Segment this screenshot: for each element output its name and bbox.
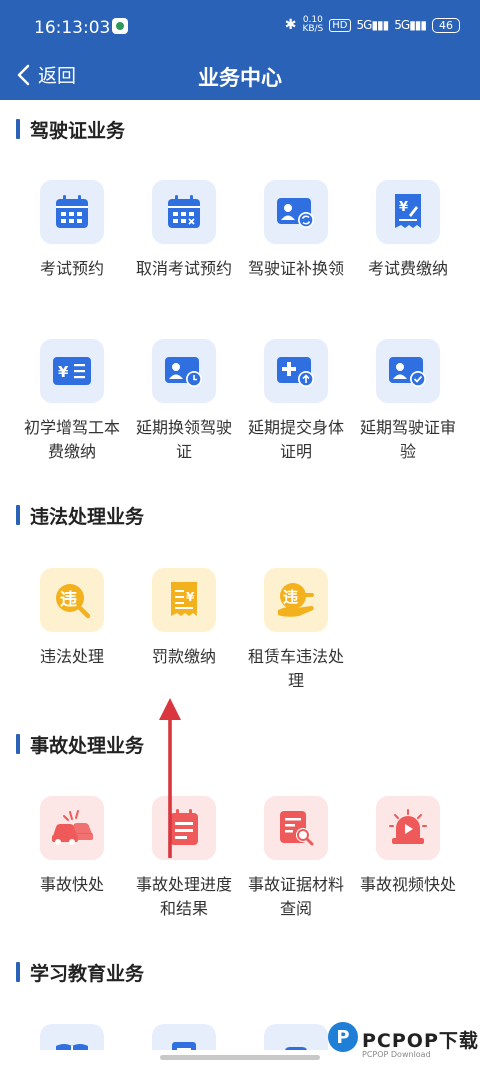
- yen-list-icon: ¥: [40, 339, 104, 403]
- svg-text:¥: ¥: [399, 200, 408, 215]
- svg-text:违: 违: [60, 589, 77, 610]
- document-search-icon: [264, 796, 328, 860]
- network-speed: 0.10 KB/S: [302, 15, 324, 34]
- tile-cancel-exam[interactable]: 取消考试预约: [128, 180, 240, 281]
- tile-license-replace[interactable]: 驾驶证补换领: [240, 180, 352, 281]
- annotation-arrow: [159, 698, 181, 858]
- tile-label: 驾驶证补换领: [248, 259, 345, 278]
- section-accent-bar: [16, 505, 20, 525]
- tile-accident-quick[interactable]: 事故快处: [16, 796, 128, 897]
- tile-label: 考试预约: [39, 259, 104, 278]
- tile-fine-payment[interactable]: ¥ 罚款缴纳: [128, 568, 240, 669]
- id-card-check-icon: [376, 339, 440, 403]
- pcpop-logo-icon: P: [328, 1022, 358, 1052]
- tile-exam-fee[interactable]: ¥ 考试费缴纳: [352, 180, 464, 281]
- tile-accident-evidence[interactable]: 事故证据材料查阅: [240, 796, 352, 921]
- watermark-subtext: PCPOP Download: [362, 1050, 431, 1059]
- document-icon: [152, 1024, 216, 1050]
- section-title-text: 违法处理业务: [30, 505, 145, 528]
- calendar-cancel-icon: [152, 180, 216, 244]
- signal-icon: 5G▮▮▮: [356, 18, 390, 32]
- section-accent-bar: [16, 962, 20, 982]
- section-title-violation: 违法处理业务: [16, 502, 144, 528]
- tile-label: 初学增驾工本费缴纳: [24, 418, 121, 461]
- tile-label: 违法处理: [39, 647, 104, 666]
- tile-learner-fee[interactable]: ¥ 初学增驾工本费缴纳: [16, 339, 128, 464]
- tile-label: 罚款缴纳: [151, 647, 216, 666]
- section-title-text: 驾驶证业务: [30, 119, 126, 142]
- card-plus-upload-icon: [264, 339, 328, 403]
- section-title-text: 学习教育业务: [30, 962, 145, 985]
- fine-receipt-icon: ¥: [152, 568, 216, 632]
- car-crash-icon: [40, 796, 104, 860]
- tile-delay-inspection[interactable]: 延期驾驶证审验: [352, 339, 464, 464]
- violation-search-icon: 违: [40, 568, 104, 632]
- tile-label: 取消考试预约: [136, 259, 233, 278]
- tile-accident-video[interactable]: 事故视频快处: [352, 796, 464, 897]
- section-accent-bar: [16, 734, 20, 754]
- section-title-accident: 事故处理业务: [16, 731, 144, 757]
- status-indicators: ✱ 0.10 KB/S HD 5G▮▮▮ 5G▮▮▮ 46: [285, 16, 460, 34]
- tile-education-1[interactable]: [16, 1024, 128, 1050]
- battery-icon: 46: [432, 17, 460, 33]
- tile-label: 事故快处: [39, 875, 104, 894]
- tile-label: 租赁车违法处理: [248, 647, 345, 690]
- calendar-icon: [40, 180, 104, 244]
- car-icon: [264, 1024, 328, 1050]
- watermark: P PCPOP下载 PCPOP Download: [324, 1020, 480, 1072]
- tile-label: 考试费缴纳: [367, 259, 448, 278]
- status-bar: 16:13:03 ✱ 0.10 KB/S HD 5G▮▮▮ 5G▮▮▮ 46: [0, 0, 480, 52]
- tile-label: 延期提交身体证明: [248, 418, 345, 461]
- section-title-text: 事故处理业务: [30, 734, 145, 757]
- bluetooth-icon: ✱: [284, 17, 297, 33]
- page-title: 业务中心: [198, 66, 282, 90]
- svg-text:违: 违: [283, 588, 298, 606]
- status-time: 16:13:03: [34, 18, 111, 38]
- tile-label: 延期换领驾驶证: [136, 418, 233, 461]
- watermark-text: PCPOP下载: [362, 1030, 479, 1052]
- tile-label: 延期驾驶证审验: [360, 418, 457, 461]
- svg-text:¥: ¥: [58, 363, 69, 381]
- tile-delay-renewal[interactable]: 延期换领驾驶证: [128, 339, 240, 464]
- alarm-video-icon: [376, 796, 440, 860]
- id-card-clock-icon: [152, 339, 216, 403]
- tile-violation-handling[interactable]: 违 违法处理: [16, 568, 128, 669]
- id-card-swap-icon: [264, 180, 328, 244]
- section-title-license: 驾驶证业务: [16, 116, 125, 142]
- hd-badge: HD: [329, 18, 351, 32]
- tile-education-2[interactable]: [128, 1024, 240, 1050]
- home-indicator[interactable]: [160, 1055, 320, 1060]
- tile-exam-booking[interactable]: 考试预约: [16, 180, 128, 281]
- tile-delay-health-proof[interactable]: 延期提交身体证明: [240, 339, 352, 464]
- fee-receipt-icon: ¥: [376, 180, 440, 244]
- app-notification-icon: [112, 18, 128, 34]
- section-title-education: 学习教育业务: [16, 959, 144, 985]
- svg-text:¥: ¥: [186, 590, 195, 604]
- tile-rental-violation[interactable]: 违 租赁车违法处理: [240, 568, 352, 693]
- section-accent-bar: [16, 119, 20, 139]
- book-icon: [40, 1024, 104, 1050]
- signal-icon-2: 5G▮▮▮: [394, 18, 427, 32]
- rental-violation-icon: 违: [264, 568, 328, 632]
- nav-bar: 返回 业务中心: [0, 52, 480, 100]
- tile-label: 事故证据材料查阅: [248, 875, 345, 918]
- tile-label: 事故处理进度和结果: [136, 875, 233, 918]
- tile-label: 事故视频快处: [360, 875, 457, 894]
